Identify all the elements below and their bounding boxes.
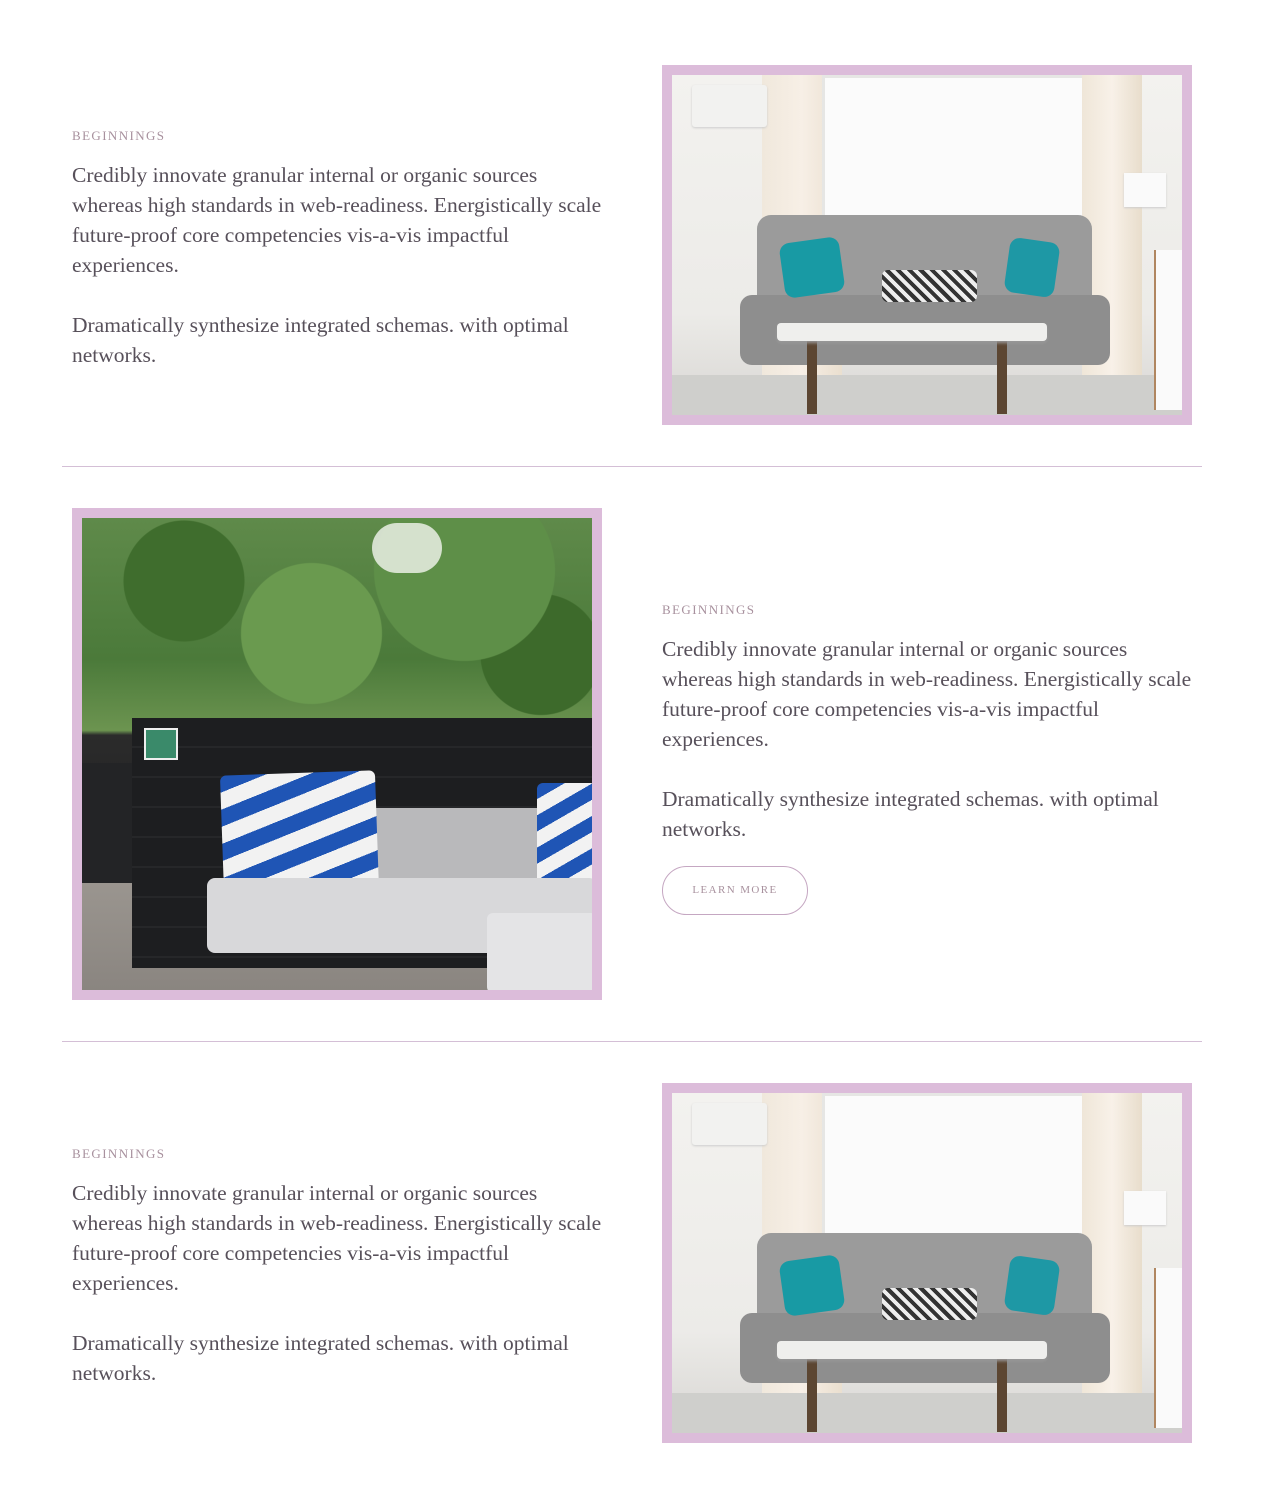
section-paragraph-2: Dramatically synthesize integrated schem… [662, 787, 1159, 841]
patio-sofa-image [82, 518, 592, 990]
feature-text-3: BEGINNINGS Credibly innovate granular in… [72, 1146, 612, 1388]
section-paragraph-1: Credibly innovate granular internal or o… [662, 637, 1192, 751]
feature-section-2: BEGINNINGS Credibly innovate granular in… [62, 508, 1202, 1000]
feature-section-3: BEGINNINGS Credibly innovate granular in… [62, 1083, 1202, 1443]
living-room-sofa-image [672, 1093, 1182, 1433]
section-divider [62, 466, 1202, 467]
section-paragraph-1: Credibly innovate granular internal or o… [72, 163, 602, 277]
living-room-image-frame [662, 1083, 1192, 1443]
section-eyebrow: BEGINNINGS [72, 1146, 166, 1161]
section-divider [62, 1041, 1202, 1042]
exit-sign-icon [144, 728, 178, 760]
feature-text-1: BEGINNINGS Credibly innovate granular in… [72, 128, 612, 370]
section-paragraph-2: Dramatically synthesize integrated schem… [72, 313, 569, 367]
section-eyebrow: BEGINNINGS [662, 602, 756, 617]
living-room-sofa-image [672, 75, 1182, 415]
patio-image-frame [72, 508, 602, 1000]
feature-section-1: BEGINNINGS Credibly innovate granular in… [62, 65, 1202, 425]
living-room-image-frame [662, 65, 1192, 425]
learn-more-button[interactable]: LEARN MORE [662, 866, 808, 915]
feature-text-2: BEGINNINGS Credibly innovate granular in… [662, 602, 1202, 915]
section-paragraph-1: Credibly innovate granular internal or o… [72, 1181, 602, 1295]
section-eyebrow: BEGINNINGS [72, 128, 166, 143]
section-paragraph-2: Dramatically synthesize integrated schem… [72, 1331, 569, 1385]
